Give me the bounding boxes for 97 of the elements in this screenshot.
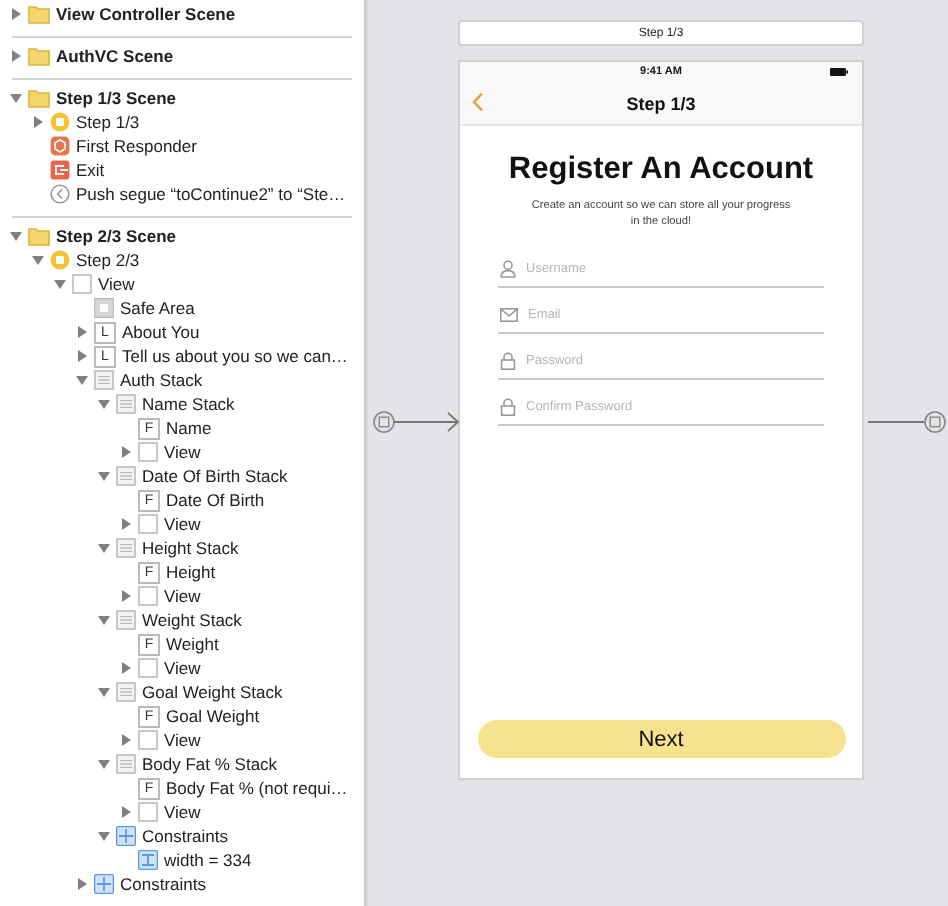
outline-item[interactable]: Height [166, 562, 216, 582]
disclosure-triangle-icon[interactable] [76, 350, 88, 362]
constraints-icon [94, 874, 114, 894]
view-icon [138, 586, 158, 606]
mail-icon [500, 308, 518, 322]
disclosure-triangle-icon[interactable] [120, 806, 132, 818]
disclosure-triangle-icon[interactable] [120, 662, 132, 674]
outline-item[interactable]: Body Fat % Stack [142, 754, 278, 774]
segue-connector[interactable] [868, 408, 948, 436]
stack-icon [116, 610, 136, 630]
outline-item[interactable]: Goal Weight Stack [142, 682, 283, 702]
disclosure-triangle-icon[interactable] [98, 542, 110, 554]
outline-item[interactable]: View [164, 514, 201, 534]
view-controller-icon [50, 112, 70, 132]
outline-item[interactable]: Constraints [142, 826, 228, 846]
outline-item[interactable]: width = 334 [164, 850, 252, 870]
disclosure-triangle-icon[interactable] [98, 758, 110, 770]
disclosure-triangle-icon[interactable] [98, 470, 110, 482]
folder-icon [28, 3, 50, 23]
outline-item[interactable]: Date Of Birth Stack [142, 466, 288, 486]
outline-item[interactable]: View [164, 442, 201, 462]
outline-item[interactable]: Push segue “toContinue2” to “Ste… [76, 184, 346, 204]
next-button[interactable]: Next [477, 720, 845, 758]
constraint-icon [138, 850, 158, 870]
nav-title: Step 1/3 [626, 93, 696, 113]
outline-item[interactable]: Date Of Birth [166, 490, 265, 510]
outline-item[interactable]: Exit [76, 160, 105, 180]
disclosure-triangle-icon[interactable] [120, 518, 132, 530]
disclosure-triangle-icon[interactable] [10, 229, 22, 241]
disclosure-triangle-icon[interactable] [76, 374, 88, 386]
page-heading: Register An Account [508, 152, 814, 188]
outline-item[interactable]: Safe Area [120, 298, 195, 318]
folder-icon [28, 87, 50, 107]
disclosure-triangle-icon[interactable] [98, 614, 110, 626]
outline-item[interactable]: View [164, 586, 201, 606]
outline-item[interactable]: Constraints [120, 874, 206, 894]
outline-item[interactable]: Name [166, 418, 212, 438]
disclosure-triangle-icon[interactable] [10, 91, 22, 103]
view-icon [138, 658, 158, 678]
outline-item[interactable]: View [164, 658, 201, 678]
view-icon [72, 274, 92, 294]
outline-item[interactable]: Height Stack [142, 538, 239, 558]
outline-item[interactable]: Name Stack [142, 394, 235, 414]
view-icon [138, 442, 158, 462]
outline-item[interactable]: Step 2/3 [76, 250, 140, 270]
outline-item[interactable]: Step 1/3 Scene [56, 87, 177, 107]
lock-icon [500, 352, 516, 370]
outline-item[interactable]: Weight [166, 634, 219, 654]
disclosure-triangle-icon[interactable] [76, 878, 88, 890]
outline-item[interactable]: AuthVC Scene [56, 45, 174, 65]
stack-icon [116, 682, 136, 702]
outline-item[interactable]: Body Fat % (not requi… [166, 778, 348, 798]
disclosure-triangle-icon[interactable] [120, 590, 132, 602]
outline-item[interactable]: Weight Stack [142, 610, 242, 630]
disclosure-triangle-icon[interactable] [54, 278, 66, 290]
stack-icon [94, 370, 114, 390]
segue-arrow[interactable] [372, 408, 460, 436]
disclosure-triangle-icon[interactable] [98, 830, 110, 842]
view-controller-icon [50, 250, 70, 270]
view-icon [138, 514, 158, 534]
disclosure-triangle-icon[interactable] [10, 7, 22, 19]
constraints-icon [116, 826, 136, 846]
outline-item[interactable]: First Responder [76, 136, 197, 156]
segue-icon [50, 184, 70, 204]
disclosure-triangle-icon[interactable] [32, 254, 44, 266]
view-icon [138, 802, 158, 822]
outline-item[interactable]: Step 2/3 Scene [56, 225, 177, 245]
outline-item[interactable]: Auth Stack [120, 370, 203, 390]
outline-item[interactable]: View Controller Scene [56, 3, 236, 23]
folder-icon [28, 225, 50, 245]
stack-icon [116, 394, 136, 414]
outline-item[interactable]: Step 1/3 [76, 112, 140, 132]
outline-item[interactable]: View [164, 802, 201, 822]
lock-icon [500, 398, 516, 416]
disclosure-triangle-icon[interactable] [76, 326, 88, 338]
outline-item[interactable]: View [98, 274, 135, 294]
person-icon [500, 260, 516, 278]
disclosure-triangle-icon[interactable] [10, 49, 22, 61]
disclosure-triangle-icon[interactable] [98, 686, 110, 698]
outline-item[interactable]: View [164, 730, 201, 750]
outline-item[interactable]: About You [122, 322, 200, 342]
stack-icon [116, 466, 136, 486]
disclosure-triangle-icon[interactable] [32, 116, 44, 128]
disclosure-triangle-icon[interactable] [120, 446, 132, 458]
cube-icon [50, 136, 70, 156]
disclosure-triangle-icon[interactable] [120, 734, 132, 746]
outline-item[interactable]: Tell us about you so we can… [122, 346, 348, 366]
disclosure-triangle-icon[interactable] [98, 398, 110, 410]
outline-item[interactable]: Goal Weight [166, 706, 260, 726]
stack-icon [116, 754, 136, 774]
stack-icon [116, 538, 136, 558]
exit-icon [50, 160, 70, 180]
battery-icon [830, 68, 848, 76]
folder-icon [28, 45, 50, 65]
back-chevron-icon[interactable] [472, 92, 484, 112]
safe-area-icon [94, 298, 114, 318]
view-icon [138, 730, 158, 750]
